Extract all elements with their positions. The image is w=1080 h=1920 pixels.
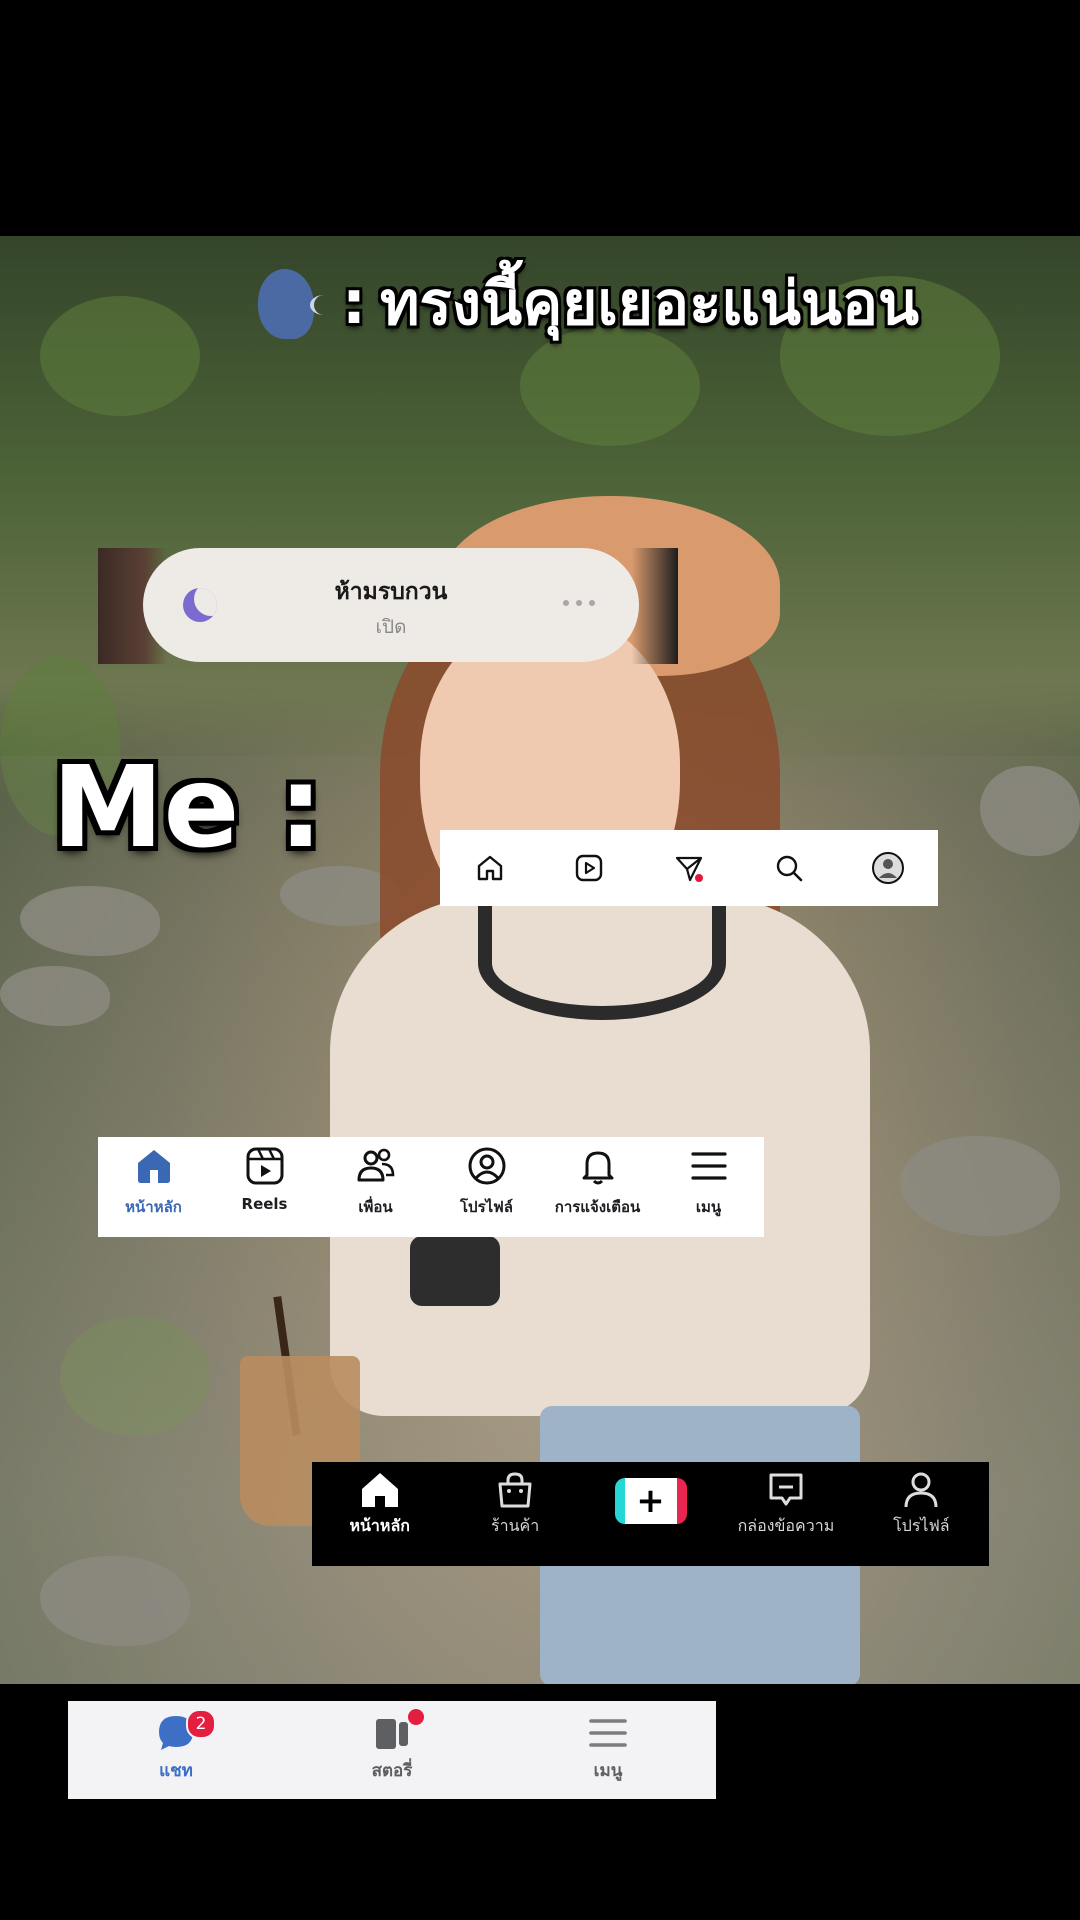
do-not-disturb-banner[interactable]: ห้ามรบกวน เปิด [143, 548, 639, 662]
reels-icon [246, 1147, 283, 1185]
tt-tab-shop[interactable]: ร้านค้า [447, 1462, 582, 1566]
ms-tab-chats[interactable]: 2 แชท [68, 1701, 284, 1799]
fb-tab-friends[interactable]: เพื่อน [320, 1137, 431, 1237]
ms-tab-label: สตอรี่ [371, 1761, 413, 1781]
home-icon [361, 1473, 398, 1507]
caption-text: ทรงนี้คุยเยอะแน่นอน [380, 268, 920, 339]
speaking-head-icon [258, 263, 328, 343]
ms-tab-label: เมนู [593, 1761, 623, 1781]
tt-tab-label: ร้านค้า [491, 1516, 540, 1535]
shop-icon [498, 1472, 532, 1508]
menu-icon [690, 1152, 727, 1180]
notification-dot [694, 874, 703, 882]
home-icon [477, 855, 502, 881]
ig-home-tab[interactable] [470, 848, 510, 888]
tt-tab-inbox[interactable]: กล่องข้อความ [718, 1462, 853, 1566]
bell-icon [582, 1151, 613, 1185]
reels-icon [576, 854, 603, 882]
ig-profile-tab[interactable] [868, 848, 908, 888]
home-icon [137, 1150, 170, 1183]
ig-messages-tab[interactable] [669, 848, 709, 888]
tt-tab-label: โปรไฟล์ [893, 1516, 950, 1535]
tt-tab-label: กล่องข้อความ [737, 1516, 835, 1535]
friends-icon [357, 1148, 394, 1182]
messenger-tab-bar: 2 แชท สตอรี่ เมนู [68, 1701, 716, 1799]
unread-badge: 2 [186, 1709, 216, 1739]
tt-tab-home[interactable]: หน้าหลัก [312, 1462, 447, 1566]
ig-reels-tab[interactable] [569, 848, 609, 888]
facebook-tab-bar: หน้าหลัก Reels เพื่อน โปรไฟล์ การแจ้งเตื… [98, 1137, 764, 1237]
fb-tab-notifications[interactable]: การแจ้งเตือน [542, 1137, 653, 1237]
fb-tab-profile[interactable]: โปรไฟล์ [431, 1137, 542, 1237]
fb-tab-reels[interactable]: Reels [209, 1137, 320, 1237]
ms-tab-menu[interactable]: เมนู [500, 1701, 716, 1799]
fb-tab-label: เมนู [695, 1198, 722, 1216]
me-label: Me : [52, 743, 324, 873]
more-icon[interactable] [563, 600, 595, 606]
caption: : ทรงนี้คุยเยอะแน่นอน [258, 258, 919, 348]
ms-tab-stories[interactable]: สตอรี่ [284, 1701, 500, 1799]
notification-dot [406, 1707, 426, 1727]
fb-tab-label: หน้าหลัก [125, 1198, 182, 1216]
fb-tab-label: เพื่อน [358, 1198, 393, 1216]
profile-icon [904, 1472, 938, 1508]
fb-tab-label: การแจ้งเตือน [554, 1198, 641, 1216]
tiktok-tab-bar: หน้าหลัก ร้านค้า + กล่องข้อความ โปรไฟล์ [312, 1462, 989, 1566]
dnd-status: เปิด [375, 616, 407, 638]
search-icon [776, 855, 802, 882]
instagram-tab-bar [440, 830, 938, 906]
caption-colon: : [342, 268, 366, 338]
ms-tab-label: แชท [159, 1761, 193, 1781]
tt-tab-profile[interactable]: โปรไฟล์ [854, 1462, 989, 1566]
fb-tab-menu[interactable]: เมนู [653, 1137, 764, 1237]
create-plus-icon: + [614, 1478, 687, 1524]
fb-tab-home[interactable]: หน้าหลัก [98, 1137, 209, 1237]
profile-icon [468, 1147, 505, 1185]
fb-tab-label: โปรไฟล์ [460, 1198, 513, 1216]
ig-search-tab[interactable] [769, 848, 809, 888]
fb-tab-label: Reels [241, 1195, 288, 1213]
menu-icon [589, 1719, 627, 1747]
inbox-icon [769, 1473, 803, 1506]
tt-create-button[interactable]: + [583, 1462, 718, 1566]
profile-icon [872, 852, 905, 884]
tt-tab-label: หน้าหลัก [349, 1516, 410, 1535]
